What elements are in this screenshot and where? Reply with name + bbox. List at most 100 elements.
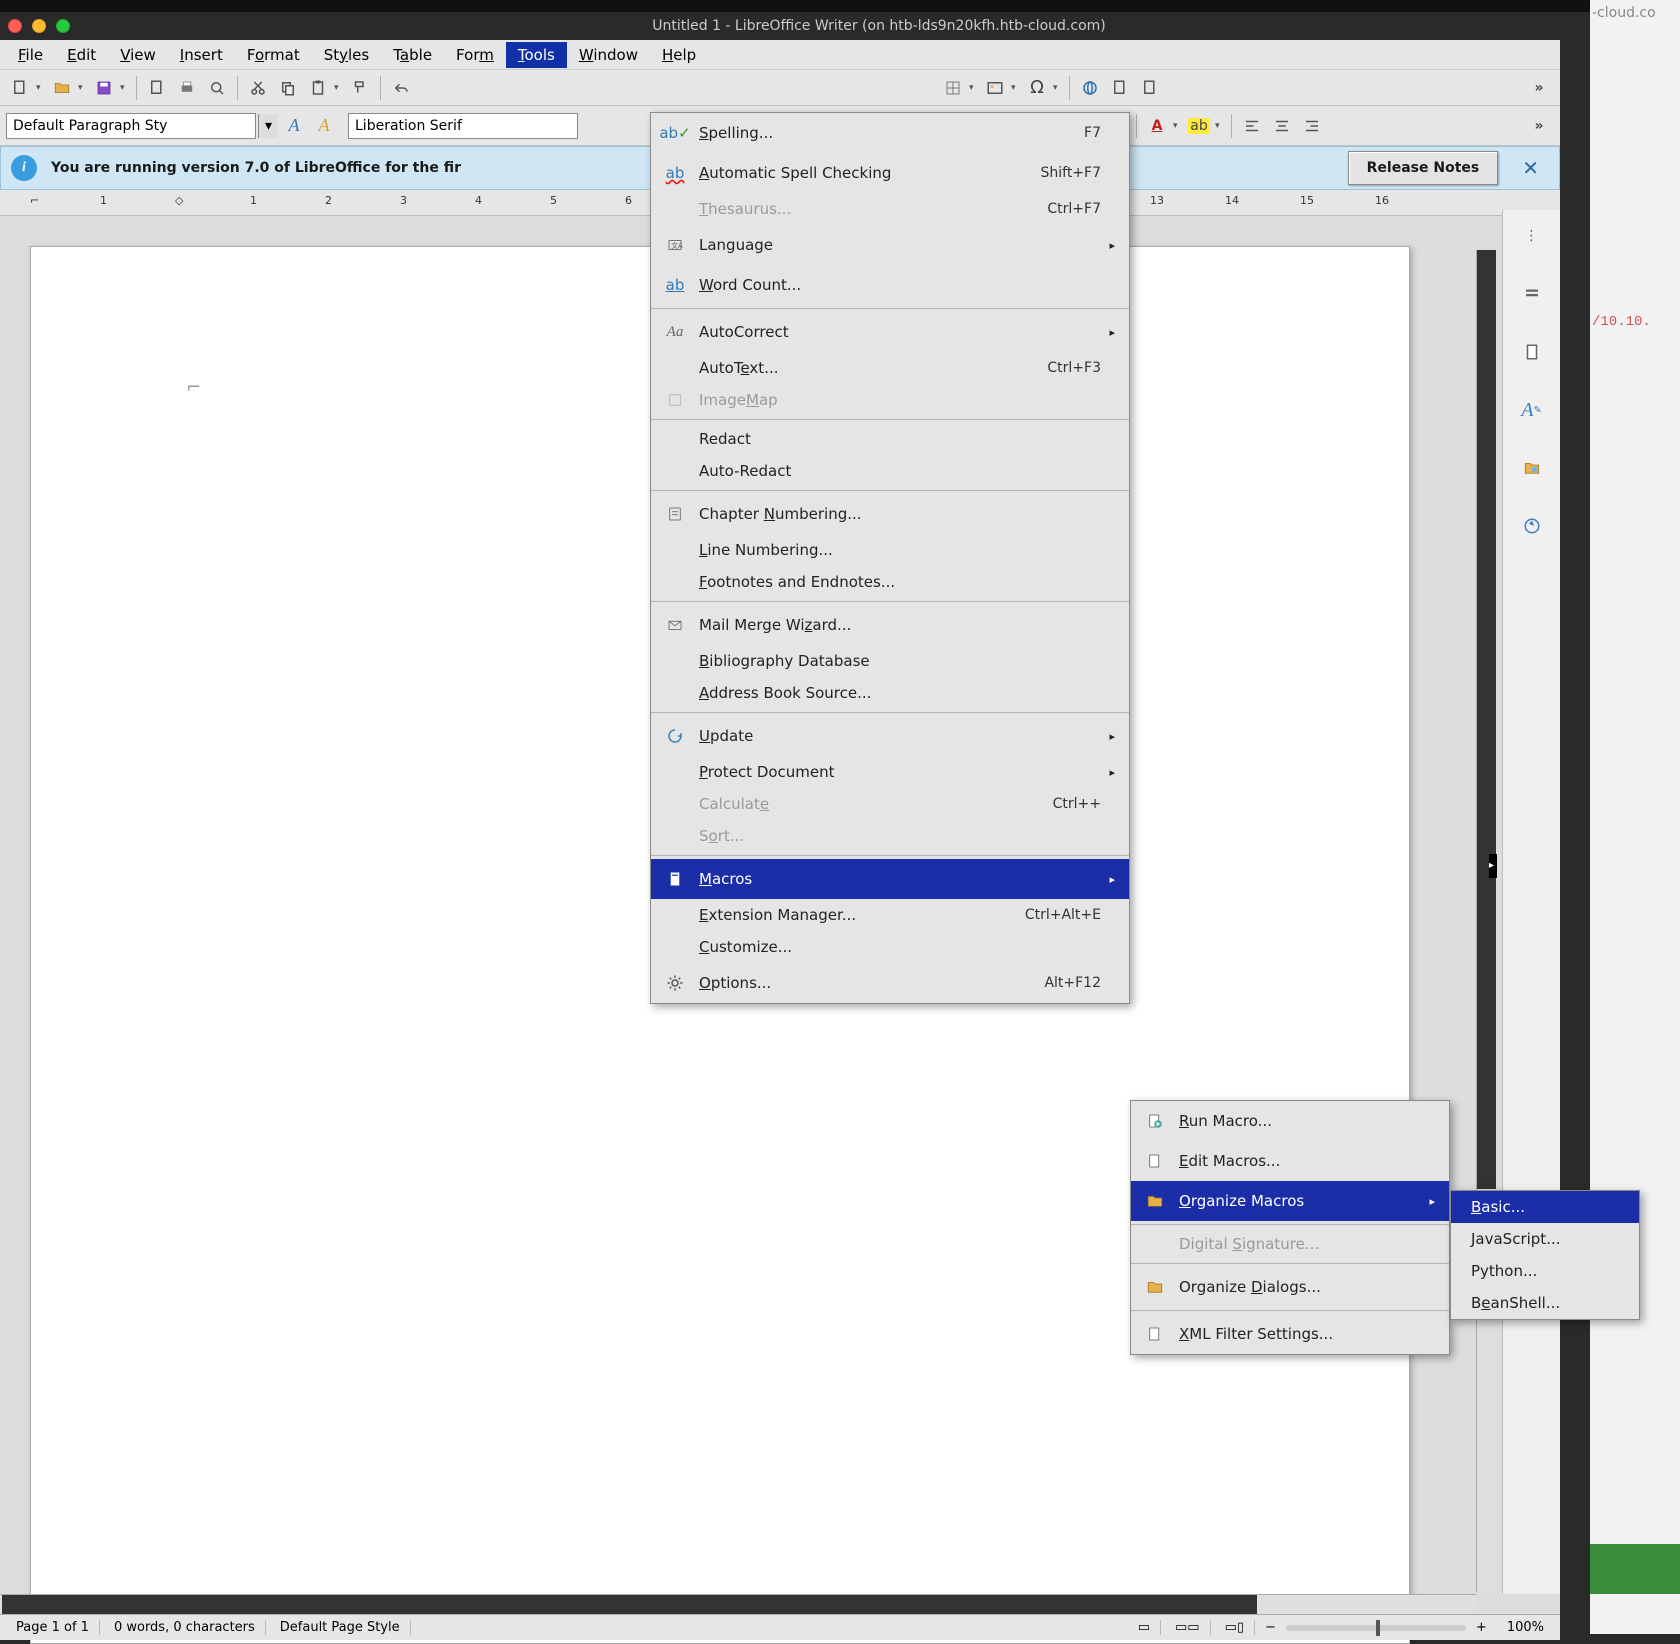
horizontal-scrollbar[interactable] — [0, 1594, 1476, 1614]
menu-edit[interactable]: Edit — [55, 42, 108, 68]
menu-footnotes[interactable]: Footnotes and Endnotes... — [651, 566, 1129, 598]
sidebar-properties-button[interactable] — [1514, 276, 1550, 312]
sidebar-gallery-button[interactable] — [1514, 450, 1550, 486]
new-doc-button[interactable] — [6, 74, 34, 102]
menu-extension-manager[interactable]: Extension Manager... Ctrl+Alt+E — [651, 899, 1129, 931]
status-view-single[interactable]: ▭ — [1128, 1620, 1161, 1635]
menu-bibliography[interactable]: Bibliography Database — [651, 645, 1129, 677]
menu-window[interactable]: Window — [567, 42, 650, 68]
status-page[interactable]: Page 1 of 1 — [6, 1620, 100, 1635]
menu-tools[interactable]: Tools — [506, 42, 567, 68]
align-left-button[interactable] — [1238, 112, 1266, 140]
undo-button[interactable] — [387, 74, 415, 102]
insert-image-button[interactable] — [981, 74, 1009, 102]
submenu-organize-macros[interactable]: Organize Macros▸ — [1131, 1181, 1449, 1221]
font-color-dropdown[interactable]: ▾ — [1173, 121, 1183, 131]
submenu-edit-macros[interactable]: Edit Macros... — [1131, 1141, 1449, 1181]
sidebar-styles-button[interactable]: A✎ — [1514, 392, 1550, 428]
sidebar-page-button[interactable] — [1514, 334, 1550, 370]
special-char-dropdown[interactable]: ▾ — [1053, 83, 1063, 93]
menu-autotext[interactable]: AutoText... Ctrl+F3 — [651, 352, 1129, 384]
menu-macros[interactable]: Macros▸ — [651, 859, 1129, 899]
highlight-color-button[interactable]: ab — [1185, 112, 1213, 140]
paragraph-style-caret[interactable]: ▾ — [258, 114, 278, 138]
menu-language[interactable]: 文A Language ▸ — [651, 225, 1129, 265]
menu-protect-document[interactable]: Protect Document▸ — [651, 756, 1129, 788]
bookmark-button[interactable] — [1136, 74, 1164, 102]
submenu-run-macro[interactable]: Run Macro... — [1131, 1101, 1449, 1141]
close-window-button[interactable] — [8, 19, 22, 33]
zoom-out-button[interactable]: − — [1259, 1620, 1282, 1635]
status-view-multi[interactable]: ▭▭ — [1165, 1620, 1211, 1635]
release-notes-button[interactable]: Release Notes — [1348, 151, 1499, 185]
menu-update[interactable]: Update▸ — [651, 716, 1129, 756]
footnote-button[interactable] — [1106, 74, 1134, 102]
maximize-window-button[interactable] — [56, 19, 70, 33]
save-button[interactable] — [90, 74, 118, 102]
print-preview-button[interactable] — [203, 74, 231, 102]
paste-button[interactable] — [304, 74, 332, 102]
insert-table-button[interactable] — [939, 74, 967, 102]
table-dropdown[interactable]: ▾ — [969, 83, 979, 93]
menu-styles[interactable]: Styles — [312, 42, 382, 68]
menu-mail-merge[interactable]: Mail Merge Wizard... — [651, 605, 1129, 645]
subsubmenu-beanshell[interactable]: BeanShell... — [1451, 1287, 1639, 1319]
sidebar-settings-button[interactable]: ⋮ — [1514, 218, 1550, 254]
subsubmenu-python[interactable]: Python... — [1451, 1255, 1639, 1287]
font-color-button[interactable]: A — [1143, 112, 1171, 140]
menu-format[interactable]: Format — [235, 42, 312, 68]
menu-file[interactable]: File — [6, 42, 55, 68]
subsubmenu-basic[interactable]: Basic... — [1451, 1191, 1639, 1223]
insert-special-char-button[interactable]: Ω — [1023, 74, 1051, 102]
vscroll-thumb[interactable] — [1477, 250, 1496, 1189]
menu-address-book[interactable]: Address Book Source... — [651, 677, 1129, 709]
open-dropdown[interactable]: ▾ — [78, 83, 88, 93]
new-style-button[interactable]: A — [310, 112, 338, 140]
subsubmenu-javascript[interactable]: JavaScript... — [1451, 1223, 1639, 1255]
status-view-book[interactable]: ▭▯ — [1215, 1620, 1255, 1635]
align-right-button[interactable] — [1298, 112, 1326, 140]
zoom-slider[interactable] — [1286, 1625, 1466, 1631]
align-center-button[interactable] — [1268, 112, 1296, 140]
update-style-button[interactable]: A — [280, 112, 308, 140]
status-zoom[interactable]: 100% — [1497, 1620, 1554, 1635]
cut-button[interactable] — [244, 74, 272, 102]
vertical-scrollbar[interactable]: ▸ — [1476, 250, 1496, 1592]
minimize-window-button[interactable] — [32, 19, 46, 33]
menu-autoredact[interactable]: Auto-Redact — [651, 455, 1129, 487]
menu-table[interactable]: Table — [381, 42, 444, 68]
sidebar-collapse-handle[interactable]: ▸ — [1489, 854, 1497, 878]
menu-help[interactable]: Help — [650, 42, 708, 68]
menu-wordcount[interactable]: ab Word Count... — [651, 265, 1129, 305]
new-doc-dropdown[interactable]: ▾ — [36, 83, 46, 93]
menu-insert[interactable]: Insert — [168, 42, 235, 68]
hyperlink-button[interactable] — [1076, 74, 1104, 102]
highlight-color-dropdown[interactable]: ▾ — [1215, 121, 1225, 131]
font-name-select[interactable]: Liberation Serif — [348, 113, 578, 139]
menu-form[interactable]: Form — [444, 42, 506, 68]
menu-view[interactable]: View — [108, 42, 168, 68]
menu-redact[interactable]: Redact — [651, 423, 1129, 455]
submenu-organize-dialogs[interactable]: Organize Dialogs... — [1131, 1267, 1449, 1307]
hscroll-thumb[interactable] — [2, 1595, 1257, 1614]
print-button[interactable] — [173, 74, 201, 102]
paragraph-style-select[interactable]: Default Paragraph Sty — [6, 113, 256, 139]
save-dropdown[interactable]: ▾ — [120, 83, 130, 93]
open-button[interactable] — [48, 74, 76, 102]
paste-dropdown[interactable]: ▾ — [334, 83, 344, 93]
menu-auto-spellcheck[interactable]: ab Automatic Spell Checking Shift+F7 — [651, 153, 1129, 193]
menu-line-numbering[interactable]: Line Numbering... — [651, 534, 1129, 566]
clone-format-button[interactable] — [346, 74, 374, 102]
status-pagestyle[interactable]: Default Page Style — [270, 1620, 411, 1635]
status-wordcount[interactable]: 0 words, 0 characters — [104, 1620, 266, 1635]
toolbar-overflow[interactable]: » — [1526, 74, 1554, 102]
zoom-in-button[interactable]: + — [1470, 1620, 1493, 1635]
image-dropdown[interactable]: ▾ — [1011, 83, 1021, 93]
menu-chapter-numbering[interactable]: Chapter Numbering... — [651, 494, 1129, 534]
menu-spelling[interactable]: ab✓ Spelling... F7 — [651, 113, 1129, 153]
copy-button[interactable] — [274, 74, 302, 102]
menu-customize[interactable]: Customize... — [651, 931, 1129, 963]
menu-options[interactable]: Options... Alt+F12 — [651, 963, 1129, 1003]
format-toolbar-overflow[interactable]: » — [1526, 112, 1554, 140]
sidebar-navigator-button[interactable] — [1514, 508, 1550, 544]
